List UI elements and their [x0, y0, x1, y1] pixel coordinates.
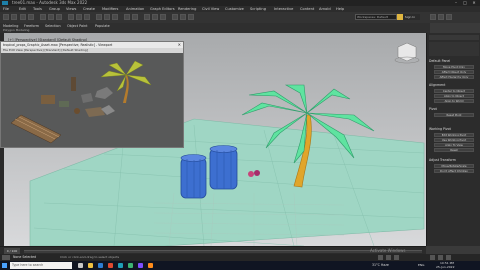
render-icon[interactable] [188, 14, 194, 20]
command-panel-tabs[interactable] [429, 35, 479, 40]
barrel-right [209, 145, 238, 190]
align-to-object-button[interactable]: Align to Object [434, 94, 474, 98]
select-object-icon[interactable] [40, 14, 46, 20]
office-icon[interactable] [108, 263, 113, 268]
rotate-icon[interactable] [76, 14, 82, 20]
unlink-icon[interactable] [28, 14, 34, 20]
windows-taskbar: Type here to search 31°C Haze ENG 10:51 … [0, 261, 480, 270]
viewer-scene-canvas [1, 53, 183, 147]
layer-explorer-icon[interactable] [144, 14, 150, 20]
undo-icon[interactable] [3, 14, 9, 20]
angle-snap-icon[interactable] [104, 14, 110, 20]
move-pivot-only-button[interactable]: Move Pivot Only [434, 65, 474, 69]
rollout-header-pivot[interactable]: Default Panel [429, 59, 479, 63]
ribbon-tab-populate[interactable]: Populate [95, 24, 110, 28]
scale-icon[interactable] [84, 14, 90, 20]
barrel-prop [74, 108, 80, 114]
taskbar-search-input[interactable]: Type here to search [10, 262, 72, 269]
rect-selection-icon[interactable] [56, 14, 62, 20]
mirror-icon[interactable] [124, 14, 130, 20]
post-prop [71, 77, 76, 91]
render-setup-icon[interactable] [172, 14, 178, 20]
dont-affect-children-button[interactable]: Don't Affect Children [434, 169, 474, 173]
selection-status: None Selected [13, 255, 37, 259]
align-to-view-button[interactable]: Align To View [434, 143, 474, 147]
start-icon[interactable] [2, 263, 7, 268]
reset-working-pivot-button[interactable]: Reset [434, 148, 474, 152]
barrel-left [180, 154, 207, 199]
ribbon-tab-selection[interactable]: Selection [45, 24, 61, 28]
align-to-world-button[interactable]: Align to World [434, 99, 474, 103]
ribbon-tab-object-paint[interactable]: Object Paint [67, 24, 88, 28]
pan-icon[interactable] [438, 255, 443, 260]
align-icon[interactable] [132, 14, 138, 20]
percent-snap-icon[interactable] [112, 14, 118, 20]
render-frame-icon[interactable] [180, 14, 186, 20]
affect-object-only-button[interactable]: Affect Object Only [434, 70, 474, 74]
hierarchy-tools[interactable] [429, 42, 479, 56]
affect-hierarchy-only-button[interactable]: Affect Hierarchy Only [434, 75, 474, 79]
reset-pivot-button[interactable]: Reset Pivot [434, 113, 474, 117]
key-mode-icon[interactable] [394, 255, 399, 260]
help-icon[interactable] [446, 14, 452, 20]
activate-windows-watermark: Activate Windows [370, 248, 406, 253]
curve-editor-icon[interactable] [152, 14, 158, 20]
chest-prop [59, 101, 69, 107]
orbit-icon[interactable] [446, 255, 451, 260]
next-frame-icon[interactable] [386, 255, 391, 260]
play-icon[interactable] [378, 255, 383, 260]
folder-icon[interactable] [430, 14, 436, 20]
app-icon-orange[interactable] [148, 263, 153, 268]
language-indicator[interactable]: ENG [418, 261, 424, 270]
move-rotate-scale-button[interactable]: Move/Rotate/Scale [434, 164, 474, 168]
workspace-settings-icon[interactable] [438, 14, 444, 20]
file-explorer-icon[interactable] [88, 263, 93, 268]
command-panel: Default Panel Move Pivot Only Affect Obj… [426, 33, 480, 246]
weather-widget[interactable]: 31°C Haze [372, 261, 389, 270]
chrome-icon[interactable] [128, 263, 133, 268]
workspace-dropdown[interactable]: Workspaces: Default [355, 14, 397, 20]
move-icon[interactable] [68, 14, 74, 20]
edit-working-pivot-button[interactable]: Edit Working Pivot [434, 133, 474, 137]
crate-prop [41, 95, 55, 104]
zoom-icon[interactable] [430, 255, 435, 260]
sign-in-button[interactable]: Sign In [400, 14, 420, 20]
rollout-header-pivot-reset[interactable]: Pivot [429, 107, 479, 111]
app-icon-purple[interactable] [138, 263, 143, 268]
maxscript-listener-icon[interactable] [2, 255, 10, 260]
status-bar: None Selected Click or click-and-drag to… [0, 248, 480, 261]
material-editor-icon[interactable] [160, 14, 166, 20]
select-by-name-icon[interactable] [48, 14, 54, 20]
highlight-marker-icon [397, 14, 403, 20]
task-view-icon[interactable] [78, 263, 83, 268]
rollout-header-adjust-transform[interactable]: Adjust Transform [429, 158, 479, 162]
main-toolbar: Workspaces: Default Sign In [0, 12, 480, 23]
rollout-header-working-pivot[interactable]: Working Pivot [429, 127, 479, 131]
viewer-scene[interactable] [1, 53, 183, 147]
prompt-hint: Click or click-and-drag to select object… [60, 255, 120, 259]
app-logo-icon [2, 1, 8, 5]
3dsmax-taskbar-icon[interactable] [118, 263, 123, 268]
clock-date[interactable]: 25-Jun-2022 [436, 265, 454, 270]
use-working-pivot-button[interactable]: Use Working Pivot [434, 138, 474, 142]
floating-viewport-window[interactable]: tropical_props_Graphic_Asset.max [Perspe… [0, 41, 184, 148]
link-icon[interactable] [20, 14, 26, 20]
snap-icon[interactable] [96, 14, 102, 20]
edge-browser-icon[interactable] [98, 263, 103, 268]
rollout-header-alignment[interactable]: Alignment [429, 83, 479, 87]
redo-icon[interactable] [11, 14, 17, 20]
ribbon-sub-label: Polygon Modeling [3, 28, 30, 32]
center-to-object-button[interactable]: Center to Object [434, 89, 474, 93]
track-bar[interactable] [24, 250, 422, 253]
